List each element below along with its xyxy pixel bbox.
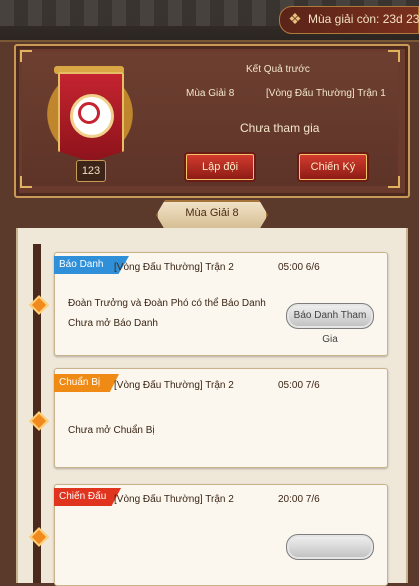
corner-ornament <box>20 50 32 62</box>
guild-level-badge: 123 <box>76 160 106 182</box>
season-icon: ❖ <box>288 11 302 28</box>
guild-crest-symbol <box>78 102 100 124</box>
event-tag: Chuẩn Bị <box>54 374 119 392</box>
register-button[interactable]: Báo Danh Tham Gia <box>286 303 374 345</box>
season-tab-label: Mùa Giải 8 <box>185 207 239 219</box>
event-tag: Chiến Đấu <box>54 488 121 506</box>
corner-ornament <box>20 176 32 188</box>
event-round: [Vòng Đấu Thường] Trận 2 <box>114 494 234 505</box>
event-round: [Vòng Đấu Thường] Trận 2 <box>114 380 234 391</box>
result-round: [Vòng Đấu Thường] Trận 1 <box>266 88 386 99</box>
event-action-button[interactable] <box>286 534 374 560</box>
corner-ornament <box>388 176 400 188</box>
event-desc: Đoàn Trưởng và Đoàn Phó có thể Báo Danh <box>68 298 266 309</box>
event-time: 05:00 7/6 <box>278 380 320 391</box>
event-time: 20:00 7/6 <box>278 494 320 505</box>
event-status: Chưa mở Chuẩn Bị <box>68 425 155 436</box>
form-team-button[interactable]: Lập đội <box>186 154 254 180</box>
event-time: 05:00 6/6 <box>278 262 320 273</box>
event-round: [Vòng Đấu Thường] Trận 2 <box>114 262 234 273</box>
season-timer: ❖ Mùa giải còn: 23d 23h <box>279 6 419 34</box>
result-title: Kết Quả trước <box>246 64 310 75</box>
battle-log-button[interactable]: Chiến Ký <box>299 154 367 180</box>
season-remaining-text: Mùa giải còn: 23d 23h <box>308 12 419 26</box>
event-status: Chưa mở Báo Danh <box>68 318 158 329</box>
result-season: Mùa Giải 8 <box>186 88 235 99</box>
corner-ornament <box>388 50 400 62</box>
season-tab[interactable]: Mùa Giải 8 <box>156 200 268 230</box>
result-status: Chưa tham gia <box>240 121 320 135</box>
